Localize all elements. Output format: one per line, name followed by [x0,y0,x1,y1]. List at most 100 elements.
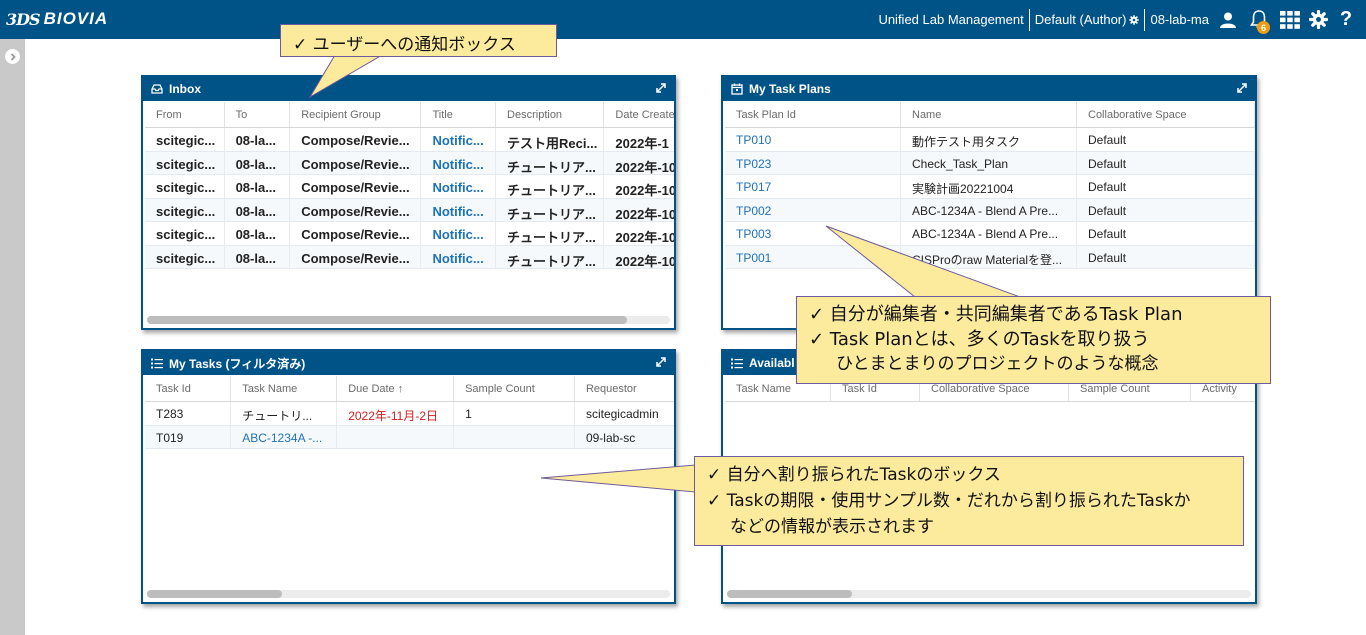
column-title[interactable]: Title [421,102,497,127]
table-row[interactable]: TP003 ABC-1234A - Blend A Pre... Default [725,222,1255,246]
column-task-name[interactable]: Task Name [231,376,338,401]
cell-title-link[interactable]: Notific... [421,198,497,221]
cell-task-plan-id[interactable]: TP003 [725,222,901,245]
column-date-created[interactable]: Date Create [604,102,674,127]
table-row[interactable]: T283 チュートリ... 2022年-11月-2日 1 scitegicadm… [145,402,674,426]
cell-title-link[interactable]: Notific... [421,175,497,198]
cell-task-plan-id[interactable]: TP017 [725,175,901,198]
column-collaborative-space[interactable]: Collaborative Space [1077,102,1255,127]
cell-collaborative-space: Default [1077,128,1255,151]
inbox-callout-text: ✓ ユーザーへの通知ボックス [293,35,516,55]
scrollbar-thumb[interactable] [147,316,627,324]
cell-task-plan-id[interactable]: TP001 [725,245,901,268]
cell-collaborative-space: Default [1077,175,1255,198]
column-sample-count[interactable]: Sample Count [454,376,575,401]
cell-task-name-link[interactable]: ABC-1234A -... [231,425,338,448]
column-task-id[interactable]: Task Id [145,376,232,401]
cell-from: scitegic... [145,175,225,198]
cell-title-link[interactable]: Notific... [421,222,497,245]
small-gear-icon [1129,14,1140,25]
cell-date-created: 2022年-10 [615,230,675,245]
side-panel-strip [0,39,25,635]
task-plans-title: My Task Plans [749,82,831,96]
my-tasks-callout: ✓ 自分へ割り振られたTaskのボックス ✓ Taskの期限・使用サンプル数・だ… [694,456,1244,546]
expand-icon[interactable] [655,356,667,371]
column-task-plan-id[interactable]: Task Plan Id [725,102,901,127]
cell-date-created: 2022年-10 [615,206,675,222]
cell-task-plan-id[interactable]: TP010 [725,128,901,151]
app-name: Unified Lab Management [878,12,1024,27]
top-bar: 3DS BIOVIA Unified Lab Management Defaul… [0,0,1366,39]
table-row[interactable]: scitegic... 08-la... Compose/Revie... No… [145,128,674,152]
cell-collaborative-space: Default [1077,151,1255,174]
expand-sidebar-button[interactable] [5,49,20,64]
task-plans-callout-line-2: ✓ Task Planとは、多くのTaskを取り扱う [809,329,1150,350]
user-name[interactable]: 08-lab-ma [1145,12,1214,27]
list-icon [151,358,163,369]
available-tasks-title: Availabl [749,356,795,370]
user-icon[interactable] [1214,0,1242,39]
logo-text: BIOVIA [43,9,109,28]
bell-icon[interactable]: 6 [1242,0,1276,39]
cell-title-link[interactable]: Notific... [421,151,497,174]
inbox-icon [151,84,163,94]
column-name[interactable]: Name [901,102,1077,127]
biovia-logo[interactable]: 3DS BIOVIA [6,9,108,29]
cell-date-created: 2022年-10 [615,159,675,175]
cell-task-plan-id[interactable]: TP023 [725,151,901,174]
cell-task-name: チュートリ... [231,402,338,425]
cell-recipient-group: Compose/Revie... [290,128,422,151]
column-recipient-group[interactable]: Recipient Group [290,102,422,127]
column-description[interactable]: Description [496,102,605,127]
table-row[interactable]: T019 ABC-1234A -... 09-lab-sc [145,425,674,449]
table-row[interactable]: TP023 Check_Task_Plan Default [725,151,1255,175]
table-row[interactable]: scitegic... 08-la... Compose/Revie... No… [145,222,674,246]
horizontal-scrollbar[interactable] [147,316,670,324]
cell-name: CISProのraw Materialを登... [901,245,1077,268]
cell-from: scitegic... [145,128,225,151]
horizontal-scrollbar[interactable] [727,590,1251,598]
cell-task-plan-id[interactable]: TP002 [725,198,901,221]
cell-recipient-group: Compose/Revie... [290,151,422,174]
table-row[interactable]: scitegic... 08-la... Compose/Revie... No… [145,198,675,222]
table-row[interactable]: scitegic... 08-la... Compose/Revie... No… [145,151,675,175]
role-selector[interactable]: Default (Author) [1030,12,1145,27]
scrollbar-thumb[interactable] [147,590,282,598]
inbox-header: Inbox [143,77,674,101]
help-icon[interactable]: ? [1332,0,1360,39]
column-due-date[interactable]: Due Date ↑ [337,376,455,401]
gear-icon[interactable] [1304,0,1332,39]
cell-description: テスト用Reci... [496,128,605,151]
task-plans-callout-line-3: ひとまとまりのプロジェクトのような概念 [836,354,1159,374]
scrollbar-thumb[interactable] [727,590,852,598]
table-row[interactable]: scitegic... 08-la... Compose/Revie... No… [145,245,675,269]
my-tasks-panel: My Tasks (フィルタ済み) Task Id Task Name Due … [141,349,676,604]
my-tasks-title: My Tasks (フィルタ済み) [169,356,306,371]
my-tasks-header: My Tasks (フィルタ済み) [143,351,674,375]
cell-name: Check_Task_Plan [901,151,1077,174]
table-row[interactable]: scitegic... 08-la... Compose/Revie... No… [145,175,674,199]
my-tasks-callout-line-2: ✓ Taskの期限・使用サンプル数・だれから割り振られたTaskか [707,491,1191,511]
cell-title-link[interactable]: Notific... [421,245,497,268]
cell-to: 08-la... [225,222,291,245]
table-row[interactable]: TP010 動作テスト用タスク Default [725,128,1255,152]
column-requestor[interactable]: Requestor [575,376,674,401]
my-tasks-callout-line-3: などの情報が表示されます [730,517,934,537]
column-from[interactable]: From [145,102,225,127]
column-to[interactable]: To [225,102,291,127]
cell-from: scitegic... [145,151,225,174]
horizontal-scrollbar[interactable] [147,590,670,598]
cell-date-created: 2022年-10 [615,253,675,269]
expand-icon[interactable] [1236,82,1248,97]
table-row[interactable]: TP017 実験計画20221004 Default [725,175,1255,199]
task-plans-column-header: Task Plan Id Name Collaborative Space [725,102,1255,128]
cell-title-link[interactable]: Notific... [421,128,497,151]
list-icon [731,358,743,369]
cell-date-created: 2022年-10 [615,183,675,198]
table-row[interactable]: TP002 ABC-1234A - Blend A Pre... Default [725,198,1255,222]
grid-icon[interactable] [1276,0,1304,39]
task-plans-callout: ✓ 自分が編集者・共同編集者であるTask Plan ✓ Task Planとは… [796,296,1271,384]
table-row[interactable]: TP001 CISProのraw Materialを登... Default [725,245,1255,269]
calendar-icon [731,83,743,95]
expand-icon[interactable] [655,82,667,97]
